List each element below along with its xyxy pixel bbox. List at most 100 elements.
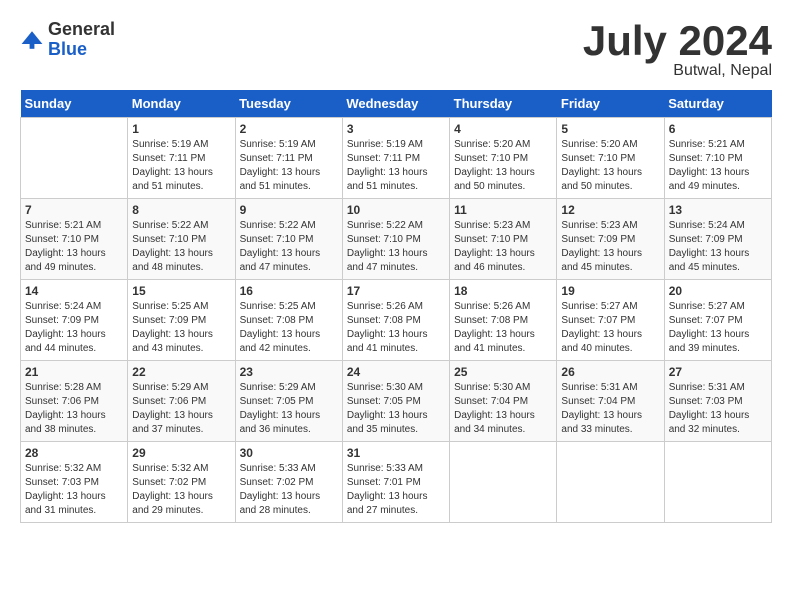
weekday-header-friday: Friday xyxy=(557,90,664,118)
logo: General Blue xyxy=(20,20,115,60)
day-number: 24 xyxy=(347,365,445,379)
day-number: 28 xyxy=(25,446,123,460)
day-number: 31 xyxy=(347,446,445,460)
calendar-cell: 11 Sunrise: 5:23 AM Sunset: 7:10 PM Dayli… xyxy=(450,199,557,280)
day-info: Sunrise: 5:29 AM Sunset: 7:05 PM Dayligh… xyxy=(240,381,338,437)
day-info: Sunrise: 5:19 AM Sunset: 7:11 PM Dayligh… xyxy=(347,138,445,194)
calendar-cell: 29 Sunrise: 5:32 AM Sunset: 7:02 PM Dayli… xyxy=(128,442,235,523)
day-number: 25 xyxy=(454,365,552,379)
calendar-cell: 7 Sunrise: 5:21 AM Sunset: 7:10 PM Daylig… xyxy=(21,199,128,280)
weekday-header-saturday: Saturday xyxy=(664,90,771,118)
day-number: 26 xyxy=(561,365,659,379)
day-info: Sunrise: 5:19 AM Sunset: 7:11 PM Dayligh… xyxy=(240,138,338,194)
day-info: Sunrise: 5:23 AM Sunset: 7:09 PM Dayligh… xyxy=(561,219,659,275)
weekday-header-tuesday: Tuesday xyxy=(235,90,342,118)
day-info: Sunrise: 5:32 AM Sunset: 7:03 PM Dayligh… xyxy=(25,462,123,518)
calendar-week-1: 1Sunrise: 5:19 AM Sunset: 7:11 PM Daylig… xyxy=(21,118,772,199)
calendar-cell: 16 Sunrise: 5:25 AM Sunset: 7:08 PM Dayli… xyxy=(235,280,342,361)
logo-icon xyxy=(20,28,44,52)
day-info: Sunrise: 5:26 AM Sunset: 7:08 PM Dayligh… xyxy=(347,300,445,356)
day-info: Sunrise: 5:25 AM Sunset: 7:09 PM Dayligh… xyxy=(132,300,230,356)
calendar-cell: 18 Sunrise: 5:26 AM Sunset: 7:08 PM Dayli… xyxy=(450,280,557,361)
day-number: 16 xyxy=(240,284,338,298)
day-info: Sunrise: 5:31 AM Sunset: 7:03 PM Dayligh… xyxy=(669,381,767,437)
day-info: Sunrise: 5:24 AM Sunset: 7:09 PM Dayligh… xyxy=(669,219,767,275)
day-number: 23 xyxy=(240,365,338,379)
day-number: 10 xyxy=(347,203,445,217)
day-number: 20 xyxy=(669,284,767,298)
calendar-cell: 9Sunrise: 5:22 AM Sunset: 7:10 PM Daylig… xyxy=(235,199,342,280)
calendar-cell: 3 Sunrise: 5:19 AM Sunset: 7:11 PM Daylig… xyxy=(342,118,449,199)
day-info: Sunrise: 5:28 AM Sunset: 7:06 PM Dayligh… xyxy=(25,381,123,437)
day-number: 27 xyxy=(669,365,767,379)
day-number: 19 xyxy=(561,284,659,298)
logo-blue-text: Blue xyxy=(48,39,87,59)
day-info: Sunrise: 5:22 AM Sunset: 7:10 PM Dayligh… xyxy=(347,219,445,275)
day-info: Sunrise: 5:30 AM Sunset: 7:05 PM Dayligh… xyxy=(347,381,445,437)
day-number: 4 xyxy=(454,122,552,136)
calendar-cell: 4 Sunrise: 5:20 AM Sunset: 7:10 PM Daylig… xyxy=(450,118,557,199)
day-number: 5 xyxy=(561,122,659,136)
calendar-week-2: 7 Sunrise: 5:21 AM Sunset: 7:10 PM Daylig… xyxy=(21,199,772,280)
day-number: 9 xyxy=(240,203,338,217)
calendar-cell xyxy=(557,442,664,523)
calendar-week-3: 14Sunrise: 5:24 AM Sunset: 7:09 PM Dayli… xyxy=(21,280,772,361)
calendar-cell: 1Sunrise: 5:19 AM Sunset: 7:11 PM Daylig… xyxy=(128,118,235,199)
calendar-cell: 28 Sunrise: 5:32 AM Sunset: 7:03 PM Dayli… xyxy=(21,442,128,523)
day-number: 15 xyxy=(132,284,230,298)
calendar-cell: 15 Sunrise: 5:25 AM Sunset: 7:09 PM Dayli… xyxy=(128,280,235,361)
day-number: 2 xyxy=(240,122,338,136)
calendar-cell: 8Sunrise: 5:22 AM Sunset: 7:10 PM Daylig… xyxy=(128,199,235,280)
day-info: Sunrise: 5:31 AM Sunset: 7:04 PM Dayligh… xyxy=(561,381,659,437)
calendar-cell xyxy=(21,118,128,199)
calendar-cell: 23 Sunrise: 5:29 AM Sunset: 7:05 PM Dayli… xyxy=(235,361,342,442)
calendar-cell: 27 Sunrise: 5:31 AM Sunset: 7:03 PM Dayli… xyxy=(664,361,771,442)
calendar-cell: 5 Sunrise: 5:20 AM Sunset: 7:10 PM Daylig… xyxy=(557,118,664,199)
day-info: Sunrise: 5:26 AM Sunset: 7:08 PM Dayligh… xyxy=(454,300,552,356)
day-info: Sunrise: 5:27 AM Sunset: 7:07 PM Dayligh… xyxy=(561,300,659,356)
day-info: Sunrise: 5:27 AM Sunset: 7:07 PM Dayligh… xyxy=(669,300,767,356)
weekday-header-sunday: Sunday xyxy=(21,90,128,118)
day-number: 11 xyxy=(454,203,552,217)
weekday-header-thursday: Thursday xyxy=(450,90,557,118)
day-number: 3 xyxy=(347,122,445,136)
page-header: General Blue July 2024 Butwal, Nepal xyxy=(20,20,772,80)
calendar-cell: 17 Sunrise: 5:26 AM Sunset: 7:08 PM Dayli… xyxy=(342,280,449,361)
day-number: 17 xyxy=(347,284,445,298)
calendar-cell: 26 Sunrise: 5:31 AM Sunset: 7:04 PM Dayli… xyxy=(557,361,664,442)
calendar-week-5: 28 Sunrise: 5:32 AM Sunset: 7:03 PM Dayli… xyxy=(21,442,772,523)
day-number: 18 xyxy=(454,284,552,298)
calendar-cell: 21 Sunrise: 5:28 AM Sunset: 7:06 PM Dayli… xyxy=(21,361,128,442)
calendar-cell xyxy=(450,442,557,523)
calendar-table: SundayMondayTuesdayWednesdayThursdayFrid… xyxy=(20,90,772,523)
day-info: Sunrise: 5:33 AM Sunset: 7:02 PM Dayligh… xyxy=(240,462,338,518)
day-info: Sunrise: 5:21 AM Sunset: 7:10 PM Dayligh… xyxy=(669,138,767,194)
calendar-cell: 2 Sunrise: 5:19 AM Sunset: 7:11 PM Daylig… xyxy=(235,118,342,199)
day-number: 6 xyxy=(669,122,767,136)
calendar-week-4: 21 Sunrise: 5:28 AM Sunset: 7:06 PM Dayli… xyxy=(21,361,772,442)
calendar-cell: 19 Sunrise: 5:27 AM Sunset: 7:07 PM Dayli… xyxy=(557,280,664,361)
location: Butwal, Nepal xyxy=(583,62,772,80)
day-number: 7 xyxy=(25,203,123,217)
day-info: Sunrise: 5:32 AM Sunset: 7:02 PM Dayligh… xyxy=(132,462,230,518)
calendar-cell: 10 Sunrise: 5:22 AM Sunset: 7:10 PM Dayli… xyxy=(342,199,449,280)
calendar-cell: 24 Sunrise: 5:30 AM Sunset: 7:05 PM Dayli… xyxy=(342,361,449,442)
calendar-cell: 31Sunrise: 5:33 AM Sunset: 7:01 PM Dayli… xyxy=(342,442,449,523)
calendar-cell: 25 Sunrise: 5:30 AM Sunset: 7:04 PM Dayli… xyxy=(450,361,557,442)
day-info: Sunrise: 5:20 AM Sunset: 7:10 PM Dayligh… xyxy=(561,138,659,194)
day-info: Sunrise: 5:30 AM Sunset: 7:04 PM Dayligh… xyxy=(454,381,552,437)
day-info: Sunrise: 5:22 AM Sunset: 7:10 PM Dayligh… xyxy=(132,219,230,275)
day-info: Sunrise: 5:21 AM Sunset: 7:10 PM Dayligh… xyxy=(25,219,123,275)
day-info: Sunrise: 5:29 AM Sunset: 7:06 PM Dayligh… xyxy=(132,381,230,437)
day-number: 22 xyxy=(132,365,230,379)
day-number: 21 xyxy=(25,365,123,379)
calendar-cell: 22 Sunrise: 5:29 AM Sunset: 7:06 PM Dayli… xyxy=(128,361,235,442)
day-info: Sunrise: 5:23 AM Sunset: 7:10 PM Dayligh… xyxy=(454,219,552,275)
calendar-cell: 6 Sunrise: 5:21 AM Sunset: 7:10 PM Daylig… xyxy=(664,118,771,199)
title-block: July 2024 Butwal, Nepal xyxy=(583,20,772,80)
day-info: Sunrise: 5:19 AM Sunset: 7:11 PM Dayligh… xyxy=(132,138,230,194)
calendar-cell: 20 Sunrise: 5:27 AM Sunset: 7:07 PM Dayli… xyxy=(664,280,771,361)
day-info: Sunrise: 5:25 AM Sunset: 7:08 PM Dayligh… xyxy=(240,300,338,356)
day-number: 29 xyxy=(132,446,230,460)
day-info: Sunrise: 5:20 AM Sunset: 7:10 PM Dayligh… xyxy=(454,138,552,194)
